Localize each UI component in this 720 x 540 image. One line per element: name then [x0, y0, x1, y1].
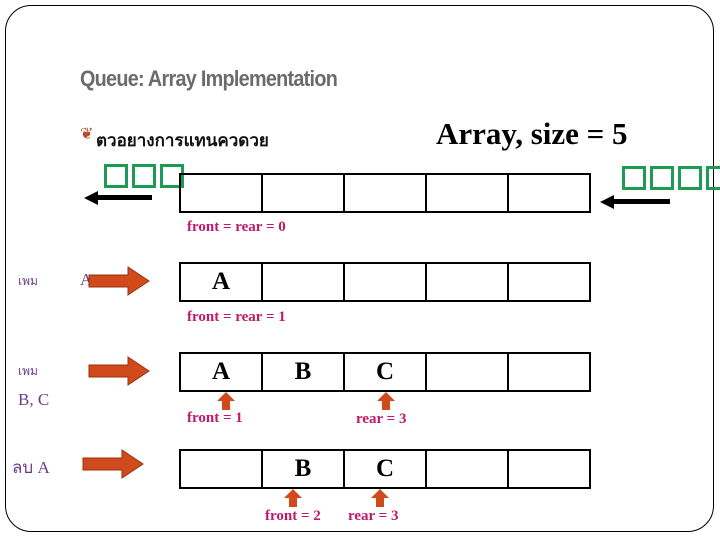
array-cell — [181, 175, 263, 211]
array-cell: B — [263, 354, 345, 390]
operation-label: ลบ A — [12, 458, 50, 477]
array-cell — [509, 451, 589, 487]
front-pointer-label: front = 1 — [187, 410, 243, 426]
queue-array-row-2: A — [179, 262, 591, 302]
array-cell — [427, 264, 509, 300]
array-cell: A — [181, 264, 263, 300]
array-cell — [427, 451, 509, 487]
rear-pointer-label: rear = 3 — [348, 508, 399, 524]
rear-pointer-arrow-icon — [371, 489, 389, 507]
pointer-label: front = rear = 1 — [187, 309, 286, 325]
bullet-text: ตวอยางการแทนควดวย — [96, 131, 269, 151]
operation-operand: B, C — [18, 390, 50, 409]
array-cell — [509, 264, 589, 300]
array-cell: B — [263, 451, 345, 487]
array-cell — [345, 175, 427, 211]
array-size-label: Array, size = 5 — [436, 116, 628, 151]
missing-glyph-left — [104, 164, 188, 192]
array-cell: A — [181, 354, 263, 390]
front-pointer-label: front = 2 — [265, 508, 321, 524]
queue-array-row-1 — [179, 173, 591, 213]
array-cell — [263, 175, 345, 211]
array-cell — [263, 264, 345, 300]
array-cell — [427, 354, 509, 390]
array-cell: C — [345, 451, 427, 487]
slide-title: Queue: Array Implementation — [80, 66, 338, 91]
ornament-bullet-icon: ❦ — [80, 124, 94, 143]
queue-array-row-3: A B C — [179, 352, 591, 392]
array-cell — [181, 451, 263, 487]
front-pointer-arrow-icon — [284, 489, 302, 507]
right-arrow-icon — [82, 449, 144, 479]
array-cell: C — [345, 354, 427, 390]
array-cell — [345, 264, 427, 300]
array-cell — [509, 354, 589, 390]
left-arrow-icon — [84, 191, 152, 205]
array-cell — [509, 175, 589, 211]
left-arrow-icon — [600, 195, 670, 209]
pointer-label: front = rear = 0 — [187, 219, 286, 235]
missing-glyph-right — [622, 166, 720, 194]
queue-array-row-4: B C — [179, 449, 591, 489]
operation-label: เพม — [18, 364, 38, 378]
right-arrow-icon — [88, 356, 150, 386]
array-cell — [427, 175, 509, 211]
right-arrow-icon — [88, 266, 150, 296]
operation-label: เพม — [18, 274, 38, 288]
rear-pointer-label: rear = 3 — [356, 411, 407, 427]
front-pointer-arrow-icon — [217, 392, 235, 410]
rear-pointer-arrow-icon — [377, 392, 395, 410]
